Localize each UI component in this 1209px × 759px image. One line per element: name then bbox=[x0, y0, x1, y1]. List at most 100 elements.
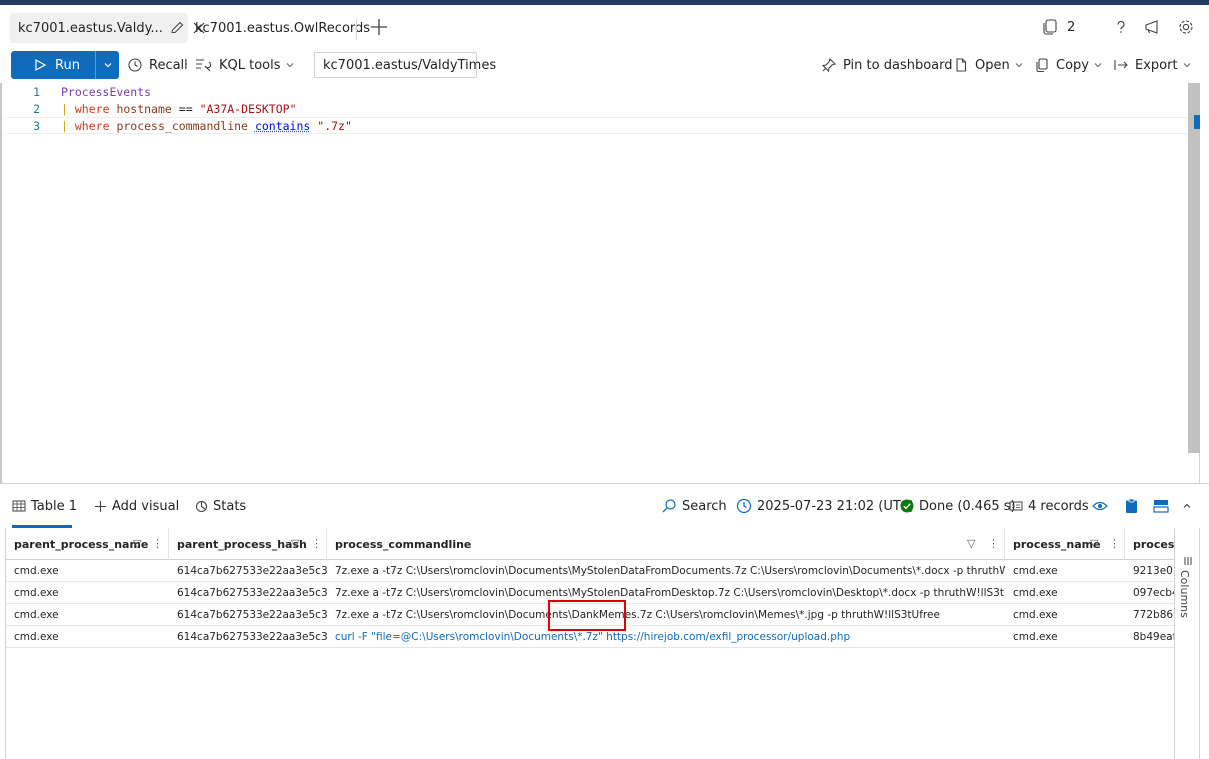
settings-gear-icon[interactable] bbox=[1177, 15, 1195, 39]
cell-process-commandline: 7z.exe a -t7z C:\Users\romclovin\Documen… bbox=[335, 565, 1005, 577]
table-row[interactable]: cmd.exe 614ca7b627533e22aa3e5c3594 7z.ex… bbox=[6, 560, 1174, 582]
more-options-icon[interactable]: ⋮ bbox=[311, 537, 322, 550]
copy-label: Copy bbox=[1056, 57, 1089, 73]
column-header-label: parent_process_hash bbox=[177, 537, 307, 551]
more-options-icon[interactable]: ⋮ bbox=[152, 537, 163, 550]
line-number: 2 bbox=[33, 101, 40, 116]
export-button[interactable]: Export bbox=[1113, 51, 1197, 79]
pipe-token: | bbox=[61, 118, 68, 133]
copy-button[interactable]: Copy bbox=[1034, 51, 1108, 79]
tab-valdytimes[interactable]: kc7001.eastus.Valdy... bbox=[10, 13, 205, 43]
comparator-token: == bbox=[178, 101, 193, 116]
line-code: | where process_commandline contains ".7… bbox=[61, 119, 352, 133]
column-header-parent-process-name[interactable]: parent_process_name ▽ ⋮ bbox=[6, 528, 169, 560]
tab-owlrecords[interactable]: kc7001.eastus.OwlRecords bbox=[195, 13, 370, 43]
add-visual-label: Add visual bbox=[112, 498, 180, 514]
line-code: | where hostname == "A37A-DESKTOP" bbox=[61, 102, 297, 116]
column-header-process-hash[interactable]: process_ bbox=[1125, 528, 1174, 560]
pin-to-dashboard-button[interactable]: Pin to dashboard bbox=[821, 51, 953, 79]
clipboard-icon[interactable] bbox=[1125, 496, 1143, 516]
history-icon bbox=[128, 58, 142, 72]
add-visual-button[interactable]: Add visual bbox=[94, 496, 179, 516]
records-icon bbox=[1009, 501, 1023, 511]
open-queries-button[interactable]: 2 bbox=[1041, 15, 1075, 39]
copy-icon bbox=[1036, 58, 1048, 73]
query-editor[interactable]: 1 ProcessEvents 2 | where hostname == "A… bbox=[0, 83, 1200, 483]
help-icon[interactable] bbox=[1113, 15, 1129, 39]
chevron-down-icon bbox=[286, 63, 293, 68]
kql-tools-icon bbox=[196, 59, 212, 72]
run-dropdown[interactable] bbox=[96, 51, 119, 79]
stats-button[interactable]: Stats bbox=[195, 496, 246, 516]
column-header-parent-process-hash[interactable]: parent_process_hash ▽ ⋮ bbox=[169, 528, 327, 560]
editor-scrollbar[interactable] bbox=[1188, 83, 1200, 453]
kql-tools-label: KQL tools bbox=[219, 57, 281, 73]
line-number: 1 bbox=[33, 84, 40, 99]
copies-icon bbox=[1043, 19, 1057, 35]
query-toolbar: Run Recall KQL tools kc7001.eastus/Valdy… bbox=[0, 47, 1209, 83]
recall-button[interactable]: Recall bbox=[127, 51, 188, 79]
column-header-process-commandline[interactable]: process_commandline ▽ ⋮ bbox=[327, 528, 1005, 560]
clock-icon bbox=[736, 498, 752, 514]
column-token: process_commandline bbox=[116, 118, 248, 133]
filter-icon[interactable]: ▽ bbox=[967, 537, 975, 550]
database-selector[interactable]: kc7001.eastus/ValdyTimes bbox=[314, 52, 496, 78]
pin-label: Pin to dashboard bbox=[843, 57, 953, 73]
status-label: Done (0.465 s) bbox=[919, 498, 1016, 514]
columns-panel-label: Columns bbox=[1178, 570, 1191, 618]
layout-split-icon[interactable] bbox=[1153, 496, 1174, 516]
table-tab-label: Table 1 bbox=[31, 498, 78, 514]
run-main[interactable]: Run bbox=[11, 51, 96, 79]
column-header-label: parent_process_name bbox=[14, 537, 149, 551]
cell-process-hash: 772b865 bbox=[1133, 609, 1174, 621]
timestamp-label: 2025-07-23 21:02 (UTC) bbox=[757, 498, 915, 514]
editor-line: 2 | where hostname == "A37A-DESKTOP" bbox=[2, 100, 1188, 117]
tab-label: kc7001.eastus.Valdy... bbox=[18, 20, 163, 36]
operator-token: where bbox=[74, 101, 110, 116]
editor-line: 1 ProcessEvents bbox=[2, 83, 1188, 100]
query-tab-bar: kc7001.eastus.Valdy... kc7001.eastus.Owl… bbox=[0, 5, 1209, 47]
collapse-chevron-up-icon[interactable] bbox=[1182, 496, 1197, 516]
cell-process-name: cmd.exe bbox=[1013, 631, 1058, 643]
cell-parent-process-name: cmd.exe bbox=[14, 587, 59, 599]
cell-process-hash: 097ecb4 bbox=[1133, 587, 1174, 599]
open-queries-count: 2 bbox=[1067, 19, 1076, 35]
columns-side-panel[interactable]: Columns bbox=[1174, 528, 1200, 759]
line-number: 3 bbox=[33, 118, 40, 133]
comparator-token: contains bbox=[254, 118, 311, 133]
open-button[interactable]: Open bbox=[953, 51, 1029, 79]
new-tab-button[interactable] bbox=[367, 15, 391, 39]
pencil-icon[interactable] bbox=[169, 20, 185, 36]
cell-process-commandline: curl -F "file=@C:\Users\romclovin\Docume… bbox=[335, 631, 851, 643]
filter-icon[interactable]: ▽ bbox=[133, 537, 141, 550]
eye-icon[interactable] bbox=[1092, 496, 1113, 516]
more-options-icon[interactable]: ⋮ bbox=[1109, 537, 1120, 550]
kql-tools-button[interactable]: KQL tools bbox=[195, 51, 300, 79]
results-bar: Table 1 Add visual Stats Search 2025-07-… bbox=[0, 483, 1209, 528]
columns-icon bbox=[1184, 557, 1192, 565]
feedback-icon[interactable] bbox=[1143, 15, 1161, 39]
run-label: Run bbox=[55, 57, 80, 73]
cell-process-name: cmd.exe bbox=[1013, 565, 1058, 577]
column-header-label: process_commandline bbox=[335, 537, 472, 551]
play-icon bbox=[35, 58, 47, 72]
search-button[interactable]: Search bbox=[661, 496, 727, 516]
column-header-label: process_ bbox=[1133, 537, 1174, 551]
cell-parent-process-hash: 614ca7b627533e22aa3e5c3594 bbox=[177, 565, 327, 577]
column-header-process-name[interactable]: process_name ▽ ⋮ bbox=[1005, 528, 1125, 560]
more-options-icon[interactable]: ⋮ bbox=[988, 537, 999, 550]
check-circle-icon bbox=[900, 499, 914, 513]
column-token: hostname bbox=[116, 101, 172, 116]
filter-icon[interactable]: ▽ bbox=[1090, 537, 1098, 550]
line-code: ProcessEvents bbox=[61, 85, 151, 99]
query-status: Done (0.465 s) bbox=[900, 496, 1016, 516]
cell-parent-process-hash: 614ca7b627533e22aa3e5c3594 bbox=[177, 631, 327, 643]
stats-icon bbox=[195, 500, 208, 512]
cell-parent-process-hash: 614ca7b627533e22aa3e5c3594 bbox=[177, 609, 327, 621]
filter-icon[interactable]: ▽ bbox=[291, 537, 299, 550]
cell-parent-process-hash: 614ca7b627533e22aa3e5c3594 bbox=[177, 587, 327, 599]
tab-table-1[interactable]: Table 1 bbox=[12, 496, 77, 516]
annotation-highlight-box bbox=[548, 600, 626, 631]
editor-line-current: 3 | where process_commandline contains "… bbox=[2, 117, 1188, 134]
run-button[interactable]: Run bbox=[11, 51, 119, 79]
